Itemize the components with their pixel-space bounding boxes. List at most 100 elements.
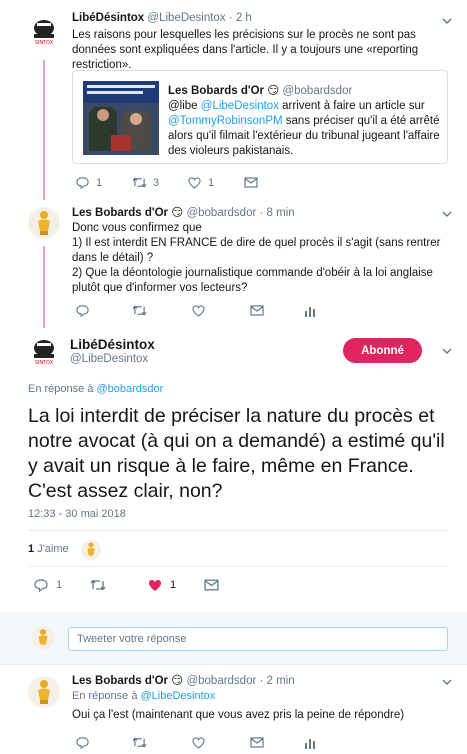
tweet-actions	[76, 736, 316, 749]
like-count: 1	[208, 176, 215, 189]
emoji-icon: 😏	[171, 675, 184, 687]
author-handle[interactable]: @LibeDesintox	[70, 353, 148, 365]
divider	[28, 566, 448, 567]
chevron-down-icon[interactable]	[442, 209, 452, 219]
envelope-icon	[244, 177, 258, 188]
reply-button[interactable]: 1	[76, 176, 132, 189]
envelope-icon	[204, 579, 219, 591]
quote-image	[83, 81, 159, 155]
quote-header: Les Bobards d'Or 😏 @bobardsdor	[168, 83, 352, 97]
tweet-header: Les Bobards d'Or 😏 @bobardsdor · 2 min	[72, 673, 295, 687]
mention-link[interactable]: @TommyRobinsonPM	[168, 115, 283, 127]
divider	[0, 664, 467, 665]
reply-button[interactable]: 1	[34, 578, 90, 592]
tweet-time[interactable]: · 2 h	[229, 12, 252, 24]
retweet-icon	[132, 305, 147, 316]
emoji-icon: 😏	[171, 207, 184, 219]
dm-button[interactable]	[250, 305, 304, 316]
analytics-icon	[305, 738, 315, 749]
reply-icon	[34, 579, 48, 592]
author-handle[interactable]: @LibeDesintox	[147, 12, 225, 24]
author-name[interactable]: LibéDésintox	[72, 12, 144, 24]
retweet-button[interactable]: 3	[132, 176, 188, 189]
tweet-actions: 1 3 1	[76, 176, 258, 189]
avatar[interactable]	[28, 207, 60, 239]
retweet-icon	[132, 737, 147, 748]
heart-icon	[192, 736, 205, 749]
liker-avatar[interactable]	[81, 540, 101, 560]
author-name[interactable]: Les Bobards d'Or	[72, 207, 168, 219]
like-button[interactable]	[192, 304, 250, 317]
likes-label: J'aime	[37, 543, 69, 555]
tweet-time[interactable]: · 2 min	[260, 675, 295, 687]
heart-filled-icon	[149, 579, 161, 591]
author-handle[interactable]: @bobardsdor	[186, 675, 256, 687]
analytics-icon	[305, 306, 315, 317]
reply-context: En réponse à @bobardsdor	[28, 383, 164, 395]
tweet-actions	[76, 304, 316, 317]
tweet-text: Les raisons pour lesquelles les précisio…	[72, 29, 419, 71]
like-count: 1	[170, 579, 177, 591]
reply-icon	[76, 177, 89, 189]
follow-button[interactable]: Abonné	[343, 338, 422, 363]
heart-icon	[188, 176, 201, 189]
like-button[interactable]: 1	[148, 579, 204, 592]
avatar[interactable]: SINTOX	[28, 14, 60, 46]
quote-author-handle: @bobardsdor	[282, 85, 353, 97]
tweet-time[interactable]: · 8 min	[260, 207, 295, 219]
retweet-icon	[90, 579, 106, 591]
author-name[interactable]: LibéDésintox	[70, 337, 155, 352]
dm-button[interactable]	[204, 579, 219, 591]
retweet-count: 3	[153, 176, 160, 189]
reply-count: 1	[96, 176, 103, 189]
mention-link[interactable]: @LibeDesintox	[201, 100, 279, 112]
author-handle[interactable]: @bobardsdor	[186, 207, 256, 219]
dm-button[interactable]	[250, 737, 304, 748]
retweet-button[interactable]	[132, 304, 192, 317]
author-name[interactable]: Les Bobards d'Or	[72, 675, 168, 687]
heart-icon	[192, 304, 205, 317]
avatar	[31, 626, 55, 650]
quote-author-name: Les Bobards d'Or	[168, 85, 265, 97]
tweet-text: La loi interdit de préciser la nature du…	[28, 405, 445, 502]
tweet-text: Oui ça l'est (maintenant que vous avez p…	[72, 709, 405, 721]
analytics-button[interactable]	[304, 737, 316, 749]
svg-text:SINTOX: SINTOX	[35, 360, 54, 366]
thread-line	[43, 60, 45, 200]
likes-count: 1	[28, 543, 35, 555]
tweet-actions: 1 1	[34, 578, 219, 592]
emoji-icon: 😏	[267, 85, 280, 97]
mention-link[interactable]: @LibeDesintox	[141, 690, 216, 702]
envelope-icon	[250, 305, 264, 316]
chevron-down-icon[interactable]	[442, 346, 452, 356]
reply-input[interactable]: Tweeter votre réponse	[68, 627, 448, 651]
tweet-text: Donc vous confirmez que 1) Il est interd…	[72, 222, 441, 294]
reply-context: En réponse à @LibeDesintox	[72, 690, 216, 702]
like-button[interactable]: 1	[188, 177, 244, 189]
reply-button[interactable]	[76, 736, 132, 749]
avatar[interactable]: SINTOX	[28, 334, 60, 366]
retweet-icon	[132, 177, 147, 188]
dm-button[interactable]	[244, 177, 258, 188]
tweet-header: Les Bobards d'Or 😏 @bobardsdor · 8 min	[72, 205, 295, 219]
avatar[interactable]	[28, 676, 60, 708]
chevron-down-icon[interactable]	[442, 16, 452, 26]
envelope-icon	[250, 737, 264, 748]
like-button[interactable]	[192, 736, 250, 749]
likes-summary[interactable]: 1 J'aime	[28, 543, 69, 555]
reply-icon	[76, 737, 89, 749]
tweet-timestamp[interactable]: 12:33 - 30 mai 2018	[28, 508, 126, 520]
reply-icon	[76, 305, 89, 317]
svg-text:SINTOX: SINTOX	[35, 40, 54, 46]
mention-link[interactable]: @bobardsdor	[97, 383, 164, 395]
analytics-button[interactable]	[304, 305, 316, 317]
retweet-button[interactable]	[132, 736, 192, 749]
thread-line	[43, 246, 45, 328]
divider	[28, 530, 448, 531]
reply-count: 1	[56, 579, 63, 591]
chevron-down-icon[interactable]	[442, 677, 452, 687]
retweet-button[interactable]	[90, 578, 148, 592]
quoted-tweet[interactable]: Les Bobards d'Or 😏 @bobardsdor @libe @Li…	[72, 70, 448, 164]
quote-text: @libe @LibeDesintox arrivent à faire un …	[168, 100, 440, 157]
reply-button[interactable]	[76, 304, 132, 317]
